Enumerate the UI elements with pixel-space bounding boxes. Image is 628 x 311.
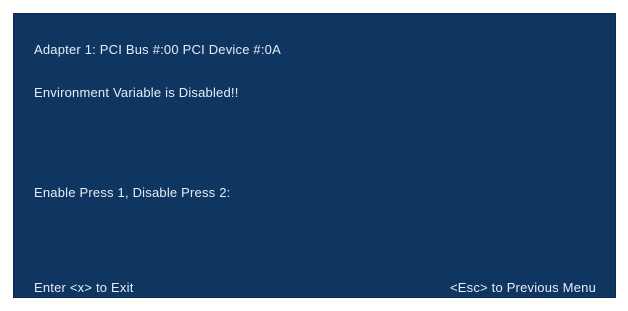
exit-hint: Enter <x> to Exit [34,280,134,295]
status-message: Environment Variable is Disabled!! [34,85,239,100]
option-prompt[interactable]: Enable Press 1, Disable Press 2: [34,185,230,201]
previous-menu-hint: <Esc> to Previous Menu [449,280,596,295]
adapter-info: Adapter 1: PCI Bus #:00 PCI Device #:0A [34,42,281,57]
bios-screen: Adapter 1: PCI Bus #:00 PCI Device #:0A … [13,13,616,298]
